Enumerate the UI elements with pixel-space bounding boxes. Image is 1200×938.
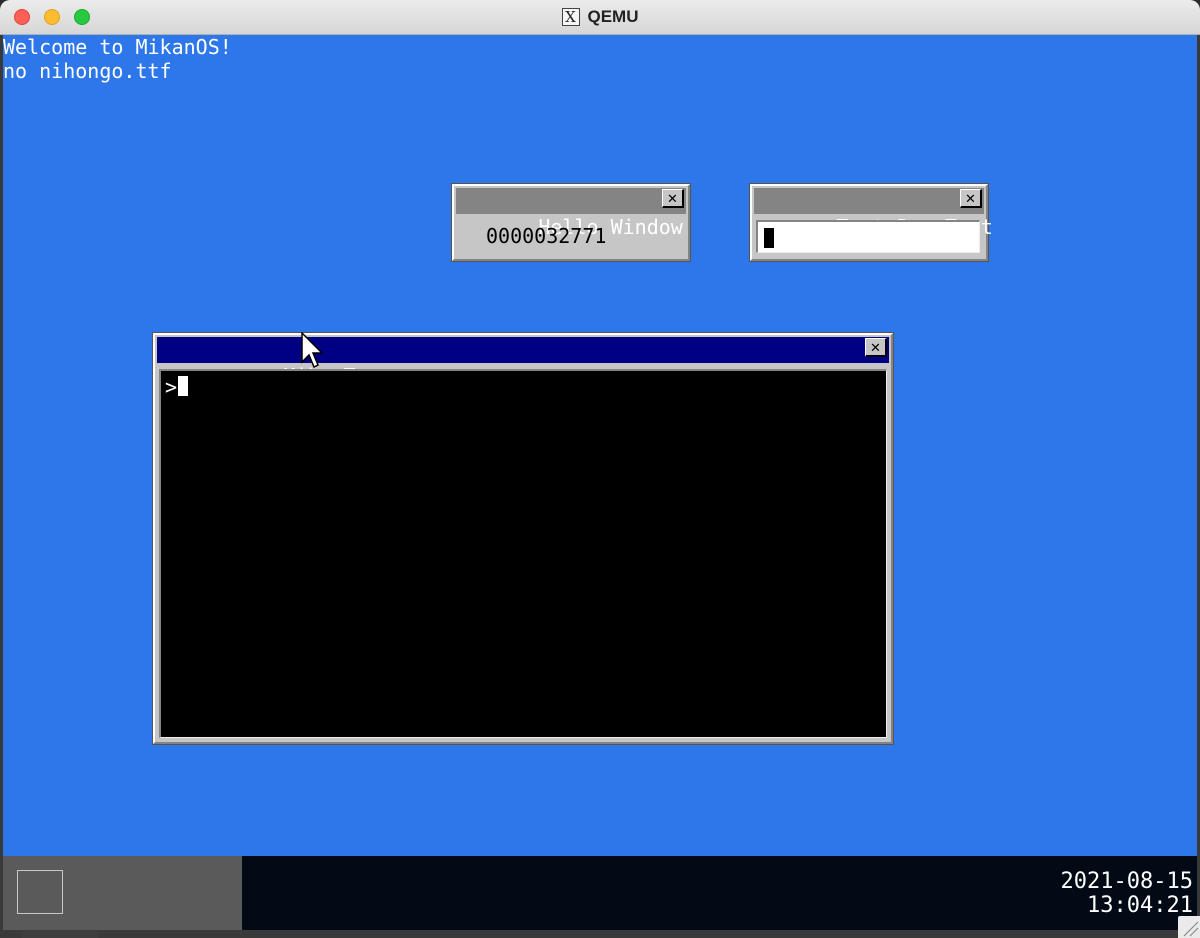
console-line-welcome: Welcome to MikanOS! bbox=[3, 35, 232, 59]
start-button[interactable] bbox=[17, 870, 63, 914]
background-window-edge bbox=[22, 930, 98, 938]
terminal-cursor bbox=[178, 376, 188, 396]
textbox-window-close-button[interactable]: ✕ bbox=[960, 189, 982, 208]
x11-icon: X bbox=[561, 8, 580, 26]
hello-window-titlebar[interactable]: Hello Window bbox=[456, 188, 686, 239]
taskbar: 2021-08-15 13:04:21 bbox=[3, 856, 1197, 930]
mikanos-desktop[interactable]: Welcome to MikanOS! no nihongo.ttf Hello… bbox=[3, 35, 1197, 856]
titlebar-center: X QEMU bbox=[0, 0, 1200, 34]
mouse-cursor-icon bbox=[301, 332, 323, 369]
window-title: QEMU bbox=[587, 7, 639, 26]
console-line-font-warning: no nihongo.ttf bbox=[3, 59, 172, 83]
terminal-window[interactable]: MikanTerm ✕ > bbox=[152, 332, 894, 745]
text-box-input[interactable] bbox=[756, 220, 980, 253]
terminal-prompt: > bbox=[165, 375, 178, 399]
terminal-screen[interactable]: > bbox=[159, 369, 887, 738]
terminal-titlebar[interactable]: MikanTerm bbox=[157, 337, 889, 388]
clock-time: 13:04:21 bbox=[1087, 893, 1193, 918]
mac-titlebar[interactable]: X QEMU bbox=[0, 0, 1200, 35]
qemu-window: X QEMU Welcome to MikanOS! no nihongo.tt… bbox=[0, 0, 1200, 938]
text-cursor bbox=[764, 228, 774, 248]
taskbar-start-area bbox=[3, 856, 242, 930]
clock-date: 2021-08-15 bbox=[1060, 869, 1193, 894]
resize-grip-icon[interactable] bbox=[1178, 916, 1200, 938]
terminal-close-button[interactable]: ✕ bbox=[865, 338, 887, 357]
hello-window-close-button[interactable]: ✕ bbox=[662, 189, 684, 208]
hello-window[interactable]: Hello Window ✕ 0000032771 bbox=[451, 183, 691, 262]
textbox-window[interactable]: Text Box Test ✕ bbox=[749, 183, 993, 262]
hello-window-counter: 0000032771 bbox=[486, 224, 607, 248]
textbox-window-titlebar[interactable]: Text Box Test bbox=[754, 188, 993, 239]
